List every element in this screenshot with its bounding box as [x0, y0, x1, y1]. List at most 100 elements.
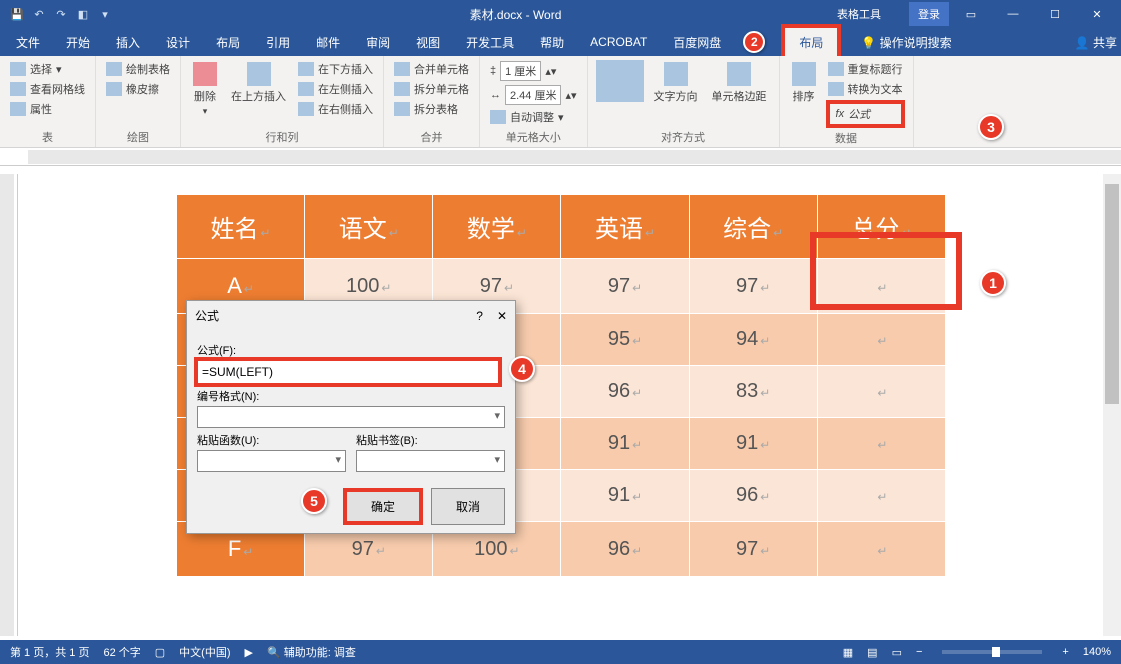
align-bc-icon[interactable]: [612, 88, 628, 102]
share-label: 共享: [1093, 36, 1117, 50]
annotation-2: 2: [743, 31, 765, 53]
dialog-help-icon[interactable]: ?: [476, 309, 483, 323]
align-mr-icon[interactable]: [628, 74, 644, 88]
cell-margins-button[interactable]: 单元格边距: [708, 60, 771, 106]
ribbon-options-icon[interactable]: ▭: [951, 2, 991, 26]
ribbon: 选择 ▾ 查看网格线 属性 表 绘制表格 橡皮擦 绘图 删除▾ 在上方插入 在下…: [0, 56, 1121, 148]
merge-cells-button[interactable]: 合并单元格: [392, 60, 471, 78]
gridlines-button[interactable]: 查看网格线: [8, 80, 87, 98]
group-label: 行和列: [189, 127, 375, 145]
tab-insert[interactable]: 插入: [112, 28, 144, 57]
word-count[interactable]: 62 个字: [103, 644, 140, 660]
close-icon[interactable]: ✕: [1077, 2, 1117, 26]
formula-dialog: 公式 ? ✕ 公式(F): 4 编号格式(N): 粘贴函数(U): 粘贴书签(B…: [186, 300, 516, 534]
undo-icon[interactable]: ↶: [30, 5, 48, 23]
minimize-icon[interactable]: —: [993, 2, 1033, 26]
zoom-level[interactable]: 140%: [1083, 646, 1111, 658]
login-button[interactable]: 登录: [909, 2, 949, 26]
redo-icon[interactable]: ↷: [52, 5, 70, 23]
insert-below-button[interactable]: 在下方插入: [296, 60, 375, 78]
align-tr-icon[interactable]: [628, 60, 644, 74]
tab-home[interactable]: 开始: [62, 28, 94, 57]
group-alignment: 文字方向 单元格边距 对齐方式: [588, 56, 780, 147]
autofit-button[interactable]: 自动调整 ▾: [488, 108, 579, 126]
convert-text-button[interactable]: 转换为文本: [826, 80, 905, 98]
language-indicator[interactable]: 中文(中国): [179, 644, 230, 660]
tab-review[interactable]: 审阅: [362, 28, 394, 57]
ribbon-tabs: 文件 开始 插入 设计 布局 引用 邮件 审阅 视图 开发工具 帮助 ACROB…: [0, 28, 1121, 56]
group-label: 单元格大小: [488, 127, 579, 145]
tab-design[interactable]: 设计: [162, 28, 194, 57]
tab-file[interactable]: 文件: [12, 28, 44, 57]
split-cells-button[interactable]: 拆分单元格: [392, 80, 471, 98]
contextual-tab-label: 表格工具: [837, 6, 881, 22]
tab-references[interactable]: 引用: [262, 28, 294, 57]
scrollbar-thumb[interactable]: [1105, 184, 1119, 404]
paste-bm-select[interactable]: [356, 450, 505, 472]
macro-icon[interactable]: ▶: [245, 646, 253, 659]
row-height-input[interactable]: ‡ 1 厘米 ▴▾: [488, 60, 579, 82]
tab-developer[interactable]: 开发工具: [462, 28, 518, 57]
formula-input[interactable]: [194, 357, 502, 387]
dialog-close-icon[interactable]: ✕: [497, 309, 507, 323]
align-br-icon[interactable]: [628, 88, 644, 102]
zoom-out-icon[interactable]: −: [916, 646, 922, 658]
vertical-scrollbar[interactable]: [1103, 174, 1121, 636]
delete-button[interactable]: 删除▾: [189, 60, 221, 119]
view-print-icon[interactable]: ▦: [843, 646, 853, 659]
align-ml-icon[interactable]: [596, 74, 612, 88]
sort-button[interactable]: 排序: [788, 60, 820, 106]
insert-right-button[interactable]: 在右侧插入: [296, 100, 375, 118]
total-cell-a[interactable]: ↵: [817, 259, 945, 314]
view-web-icon[interactable]: ▭: [892, 646, 902, 659]
save-icon[interactable]: 💾: [8, 5, 26, 23]
qat-more-icon[interactable]: ▾: [96, 5, 114, 23]
select-button[interactable]: 选择 ▾: [8, 60, 87, 78]
zoom-slider[interactable]: [942, 650, 1042, 654]
align-tc-icon[interactable]: [612, 60, 628, 74]
group-label: 表: [8, 127, 87, 145]
properties-button[interactable]: 属性: [8, 100, 87, 118]
share-button[interactable]: 👤 共享: [1071, 28, 1121, 57]
text-direction-button[interactable]: 文字方向: [650, 60, 702, 106]
draw-table-button[interactable]: 绘制表格: [104, 60, 172, 78]
format-select[interactable]: [197, 406, 505, 428]
annotation-1: 1: [980, 270, 1006, 296]
tab-acrobat[interactable]: ACROBAT: [586, 29, 651, 55]
spell-check-icon[interactable]: ▢: [155, 646, 165, 659]
cursor-icon: [10, 62, 26, 76]
tab-baidu[interactable]: 百度网盘: [669, 28, 725, 57]
group-label: 绘图: [104, 127, 172, 145]
ok-button[interactable]: 确定: [343, 488, 423, 525]
zoom-in-icon[interactable]: +: [1062, 646, 1068, 658]
touch-icon[interactable]: ◧: [74, 5, 92, 23]
align-mc-icon[interactable]: [612, 74, 628, 88]
tab-view[interactable]: 视图: [412, 28, 444, 57]
cancel-button[interactable]: 取消: [431, 488, 505, 525]
split-table-button[interactable]: 拆分表格: [392, 100, 471, 118]
page-indicator[interactable]: 第 1 页，共 1 页: [10, 644, 89, 660]
insert-above-button[interactable]: 在上方插入: [227, 60, 290, 106]
align-bl-icon[interactable]: [596, 88, 612, 102]
vertical-ruler[interactable]: [0, 174, 18, 636]
repeat-header-button[interactable]: 重复标题行: [826, 60, 905, 78]
insert-left-button[interactable]: 在左侧插入: [296, 80, 375, 98]
delete-icon: [193, 62, 217, 86]
tab-mailings[interactable]: 邮件: [312, 28, 344, 57]
eraser-button[interactable]: 橡皮擦: [104, 80, 172, 98]
tab-help[interactable]: 帮助: [536, 28, 568, 57]
tab-layout[interactable]: 布局: [212, 28, 244, 57]
accessibility[interactable]: 🔍 辅助功能: 调查: [267, 644, 356, 660]
align-tl-icon[interactable]: [596, 60, 612, 74]
view-read-icon[interactable]: ▤: [867, 646, 877, 659]
paste-fn-select[interactable]: [197, 450, 346, 472]
formula-button[interactable]: fx公式: [826, 100, 905, 128]
tab-table-layout[interactable]: 布局: [781, 24, 841, 61]
tell-me[interactable]: 💡 操作说明搜索: [857, 28, 955, 57]
group-draw: 绘制表格 橡皮擦 绘图: [96, 56, 181, 147]
autofit-icon: [490, 110, 506, 124]
pencil-icon: [106, 62, 122, 76]
col-width-input[interactable]: ↔ 2.44 厘米 ▴▾: [488, 84, 579, 106]
maximize-icon[interactable]: ☐: [1035, 2, 1075, 26]
horizontal-ruler[interactable]: [0, 148, 1121, 166]
